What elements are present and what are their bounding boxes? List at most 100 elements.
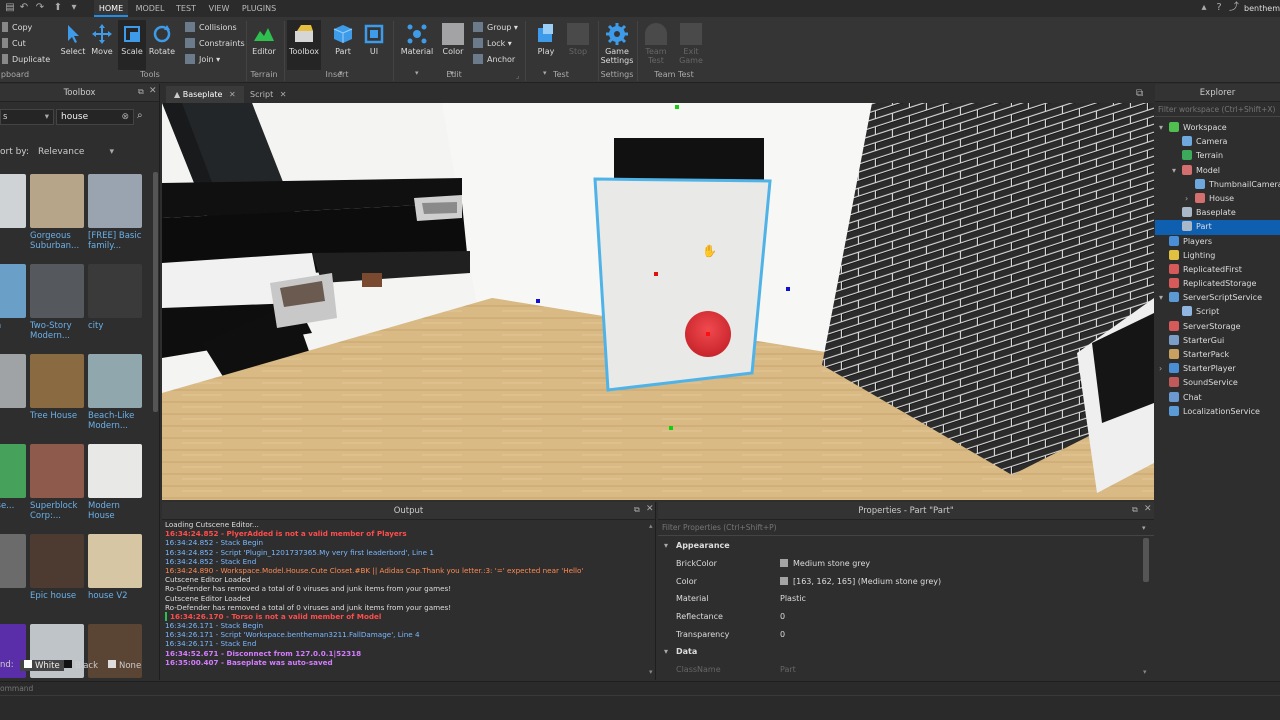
dock-icon[interactable]: ⧉ bbox=[634, 505, 640, 515]
expand-arrow-icon[interactable]: ▾ bbox=[1172, 164, 1182, 178]
clear-search-icon[interactable]: ⊗ bbox=[121, 110, 129, 124]
stop-button[interactable]: Stop bbox=[566, 23, 590, 56]
bg-black-option[interactable]: Black bbox=[64, 660, 98, 671]
fullscreen-icon[interactable]: ⧉ bbox=[1136, 88, 1143, 99]
explorer-item[interactable]: Chat bbox=[1155, 391, 1280, 405]
dock-icon[interactable]: ⧉ bbox=[138, 87, 144, 97]
ui-button[interactable]: UI bbox=[362, 23, 386, 56]
toolbox-item[interactable]: house V2 bbox=[88, 534, 146, 601]
property-row[interactable]: Color [163, 162, 165] (Medium stone grey) bbox=[658, 573, 1142, 591]
property-row[interactable]: Material Plastic bbox=[658, 590, 1142, 608]
menu-tab-home[interactable]: HOME bbox=[94, 0, 128, 17]
property-row[interactable]: Reflectance 0 bbox=[658, 608, 1142, 626]
properties-filter-input[interactable] bbox=[658, 520, 1154, 536]
toolbox-item[interactable]: Life - n bbox=[0, 264, 30, 331]
toolbox-item[interactable]: Two-Story Modern... bbox=[30, 264, 88, 341]
property-row[interactable]: BrickColor Medium stone grey bbox=[658, 555, 1142, 573]
property-row[interactable]: Transparency 0 bbox=[658, 626, 1142, 644]
explorer-item[interactable]: ReplicatedStorage bbox=[1155, 277, 1280, 291]
menu-tab-test[interactable]: TEST bbox=[172, 0, 200, 17]
category-select[interactable]: s ▾ bbox=[0, 109, 54, 125]
sort-select[interactable]: Relevance ▾ bbox=[34, 144, 118, 160]
join-button[interactable]: Join ▾ bbox=[185, 53, 220, 67]
toolbox-item[interactable]: Gorgeous Suburban... bbox=[30, 174, 88, 251]
game-settings-button[interactable]: Game Settings bbox=[600, 23, 634, 65]
explorer-filter-input[interactable] bbox=[1155, 103, 1280, 117]
quick-access-dropdown-icon[interactable]: ▾ bbox=[68, 2, 80, 14]
user-name[interactable]: benthem bbox=[1244, 0, 1280, 17]
edit-expand-icon[interactable]: ⌟ bbox=[516, 72, 519, 80]
expand-arrow-icon[interactable]: ▾ bbox=[1159, 121, 1169, 135]
redo-icon[interactable]: ↷ bbox=[34, 2, 46, 14]
menu-tab-plugins[interactable]: PLUGINS bbox=[238, 0, 280, 17]
select-button[interactable]: Select bbox=[60, 23, 86, 56]
explorer-item[interactable]: Baseplate bbox=[1155, 206, 1280, 220]
scale-button[interactable]: Scale bbox=[118, 20, 146, 70]
toolbox-scrollbar[interactable] bbox=[153, 172, 158, 412]
tab-baseplate[interactable]: ▲ Baseplate ✕ bbox=[166, 86, 244, 103]
explorer-item[interactable]: Players bbox=[1155, 235, 1280, 249]
toolbox-item[interactable]: Party se... bbox=[0, 444, 30, 511]
anchor-button[interactable]: Anchor bbox=[473, 53, 515, 67]
expand-arrow-icon[interactable]: › bbox=[1185, 192, 1195, 206]
properties-scrollbar[interactable] bbox=[1143, 538, 1149, 582]
toolbox-item[interactable] bbox=[30, 624, 88, 681]
file-icon[interactable]: ▤ bbox=[4, 2, 16, 14]
toolbox-item[interactable] bbox=[0, 534, 30, 591]
explorer-item[interactable]: ▾ ServerScriptService bbox=[1155, 291, 1280, 305]
chevron-up-icon[interactable]: ▴ bbox=[1198, 2, 1210, 14]
publish-icon[interactable]: ⬆ bbox=[52, 2, 64, 14]
explorer-item[interactable]: StarterGui bbox=[1155, 334, 1280, 348]
explorer-item[interactable]: Lighting bbox=[1155, 249, 1280, 263]
toolbox-item[interactable]: n bbox=[0, 174, 30, 241]
bg-white-option[interactable]: White bbox=[20, 660, 64, 671]
explorer-item[interactable]: ServerStorage bbox=[1155, 320, 1280, 334]
explorer-item[interactable]: StarterPack bbox=[1155, 348, 1280, 362]
team-test-button[interactable]: Team Test bbox=[642, 23, 670, 65]
material-dropdown-icon[interactable]: ▾ bbox=[415, 69, 419, 77]
explorer-item[interactable]: › House bbox=[1155, 192, 1280, 206]
undo-icon[interactable]: ↶ bbox=[18, 2, 30, 14]
collisions-button[interactable]: Collisions bbox=[185, 21, 237, 35]
search-icon[interactable]: ⌕ bbox=[137, 110, 143, 121]
terrain-editor-button[interactable]: Editor bbox=[250, 23, 278, 56]
rotate-button[interactable]: Rotate bbox=[148, 23, 176, 56]
expand-arrow-icon[interactable]: › bbox=[1159, 362, 1169, 376]
toolbox-item[interactable]: Beach-Like Modern... bbox=[88, 354, 146, 431]
chevron-down-icon[interactable]: ▾ bbox=[1142, 524, 1146, 532]
close-icon[interactable]: ✕ bbox=[280, 90, 287, 99]
toolbox-item[interactable] bbox=[88, 624, 146, 681]
color-button[interactable]: Color bbox=[439, 23, 467, 56]
part-button[interactable]: Part bbox=[330, 23, 356, 56]
toolbox-item[interactable]: n bbox=[0, 354, 30, 421]
toolbox-item[interactable]: Tree House bbox=[30, 354, 88, 421]
play-button[interactable]: Play bbox=[533, 23, 559, 56]
explorer-item[interactable]: Script bbox=[1155, 305, 1280, 319]
tab-script[interactable]: Script ✕ bbox=[242, 86, 294, 103]
share-icon[interactable]: ⤴ bbox=[1228, 2, 1240, 14]
search-input[interactable]: house ⊗ bbox=[56, 109, 134, 125]
menu-tab-view[interactable]: VIEW bbox=[204, 0, 234, 17]
material-button[interactable]: Material bbox=[400, 23, 434, 56]
move-button[interactable]: Move bbox=[89, 23, 115, 56]
toolbox-item[interactable]: city bbox=[88, 264, 146, 331]
toolbox-button[interactable]: Toolbox bbox=[287, 20, 321, 70]
constraints-button[interactable]: Constraints bbox=[185, 37, 245, 51]
copy-button[interactable]: Copy bbox=[2, 21, 32, 35]
expand-arrow-icon[interactable]: ▾ bbox=[1159, 291, 1169, 305]
close-icon[interactable]: ✕ bbox=[646, 504, 654, 514]
property-row-classname[interactable]: ClassName Part bbox=[658, 661, 1142, 679]
scroll-down-icon[interactable]: ▾ bbox=[649, 668, 653, 676]
explorer-item[interactable]: ▾ Workspace bbox=[1155, 121, 1280, 135]
section-appearance[interactable]: ▾ Appearance bbox=[658, 537, 1142, 555]
close-icon[interactable]: ✕ bbox=[149, 86, 157, 96]
close-icon[interactable]: ✕ bbox=[229, 90, 236, 99]
toolbox-item[interactable]: Epic house bbox=[30, 534, 88, 601]
explorer-item[interactable]: ReplicatedFirst bbox=[1155, 263, 1280, 277]
explorer-item[interactable]: › StarterPlayer bbox=[1155, 362, 1280, 376]
explorer-item[interactable]: Terrain bbox=[1155, 149, 1280, 163]
dock-icon[interactable]: ⧉ bbox=[1132, 505, 1138, 515]
section-data[interactable]: ▾ Data bbox=[658, 643, 1142, 661]
3d-viewport[interactable]: ✋ bbox=[162, 103, 1154, 500]
toolbox-item[interactable] bbox=[0, 624, 30, 681]
